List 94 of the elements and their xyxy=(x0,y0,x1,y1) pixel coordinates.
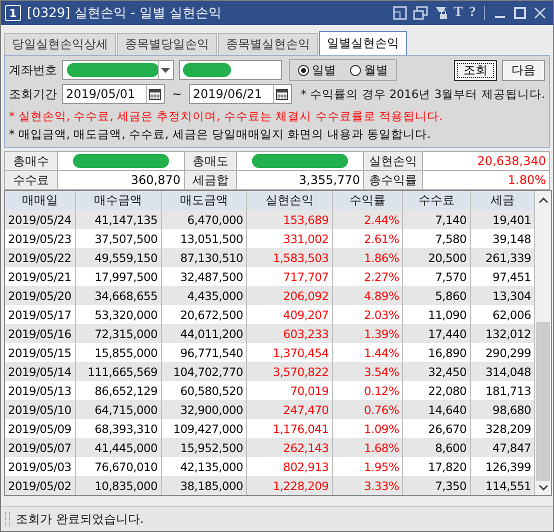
table-cell: 2019/05/22 xyxy=(5,248,76,267)
tab[interactable]: 당일실현손익상세 xyxy=(4,33,116,55)
column-header[interactable]: 매도금액 xyxy=(161,191,247,210)
table-cell: 2019/05/02 xyxy=(5,476,76,495)
table-cell: 49,559,150 xyxy=(75,248,162,267)
table-cell: 2019/05/14 xyxy=(5,362,76,381)
table-cell: 3.33% xyxy=(332,476,403,495)
summary-value: 1.80% xyxy=(508,173,546,187)
summary-label: 총수익률 xyxy=(364,170,423,190)
table-cell: 114,551 xyxy=(470,476,534,495)
table-cell: 261,339 xyxy=(470,248,534,267)
tab[interactable]: 종목별당일손익 xyxy=(117,33,217,55)
table-cell: 1,228,209 xyxy=(246,476,332,495)
column-header[interactable]: 매수금액 xyxy=(75,191,162,210)
tab[interactable]: 일별실현손익 xyxy=(319,31,407,55)
table-cell: 262,143 xyxy=(246,438,332,457)
table-cell: 2019/05/16 xyxy=(5,324,76,343)
table-cell: 314,048 xyxy=(470,362,534,381)
period-label: 조회기간 xyxy=(9,86,57,102)
window-number: 1 xyxy=(5,5,21,21)
table-cell: 47,847 xyxy=(470,438,534,457)
summary-label: 세금합 xyxy=(184,170,237,190)
query-button[interactable]: 조회 xyxy=(454,60,497,80)
table-cell: 111,665,569 xyxy=(75,362,162,381)
summary-value: 20,638,340 xyxy=(477,154,546,168)
query-button[interactable]: 다음 xyxy=(502,60,545,80)
summary-label: 총매수 xyxy=(4,152,58,170)
column-header[interactable]: 수익률 xyxy=(332,191,403,210)
radio-button[interactable]: 월별 xyxy=(350,62,388,78)
table-cell: 8,600 xyxy=(402,438,470,457)
table-cell: 17,440 xyxy=(402,324,470,343)
table-cell: 4,435,000 xyxy=(161,286,247,305)
table-cell: 41,445,000 xyxy=(75,438,162,457)
column-header[interactable]: 세금 xyxy=(470,191,534,210)
account-label: 계좌번호 xyxy=(9,62,57,78)
title-bar-button[interactable]: T xyxy=(454,6,463,20)
summary-label: 실현손익 xyxy=(364,152,423,170)
table-cell: 20,500 xyxy=(402,248,470,267)
table-cell: 7,350 xyxy=(402,476,470,495)
table-cell: 247,470 xyxy=(246,400,332,419)
table-cell: 2019/05/24 xyxy=(5,210,76,229)
table-cell: 3,570,822 xyxy=(246,362,332,381)
table-cell: 2019/05/10 xyxy=(5,400,76,419)
summary-label: 수수료 xyxy=(4,170,58,190)
summary-value: 360,870 xyxy=(130,173,180,187)
yield-note: * 수익률의 경우 2016년 3월부터 제공됩니다. xyxy=(300,86,545,102)
table-cell: 19,401 xyxy=(470,210,534,229)
table-cell: 44,011,200 xyxy=(161,324,247,343)
table-cell: 6,470,000 xyxy=(161,210,247,229)
table-cell: 7,140 xyxy=(402,210,470,229)
table-cell: 2019/05/20 xyxy=(5,286,76,305)
column-header[interactable]: 매매일 xyxy=(5,191,76,210)
table-cell: 32,450 xyxy=(402,362,470,381)
table-cell: 64,715,000 xyxy=(75,400,162,419)
table-cell: 1.68% xyxy=(332,438,403,457)
tab[interactable]: 종목별실현손익 xyxy=(218,33,318,55)
table-cell: 104,702,770 xyxy=(161,362,247,381)
table-cell: 13,304 xyxy=(470,286,534,305)
table-cell: 1.86% xyxy=(332,248,403,267)
summary-value: 3,355,770 xyxy=(298,173,360,187)
date-field[interactable]: 2019/05/01 xyxy=(62,84,165,104)
summary-label: 총매도 xyxy=(184,152,237,170)
table-cell: 38,185,000 xyxy=(161,476,247,495)
table-cell: 14,640 xyxy=(402,400,470,419)
table-cell: 98,680 xyxy=(470,400,534,419)
title-bar-button[interactable]: ? xyxy=(469,6,476,20)
table-cell: 132,012 xyxy=(470,324,534,343)
table-cell: 206,092 xyxy=(246,286,332,305)
status-text: 조회가 완료되었습니다. xyxy=(16,510,144,528)
table-cell: 603,233 xyxy=(246,324,332,343)
radio-button[interactable]: 일별 xyxy=(298,62,336,78)
table-cell: 15,952,500 xyxy=(161,438,247,457)
range-separator: ~ xyxy=(172,87,182,101)
table-cell: 72,315,000 xyxy=(75,324,162,343)
table-cell: 5,860 xyxy=(402,286,470,305)
table-cell: 0.76% xyxy=(332,400,403,419)
table-cell: 34,668,655 xyxy=(75,286,162,305)
window-title: [0329] 실현손익 - 일별 실현손익 xyxy=(27,5,222,22)
table-cell: 1.39% xyxy=(332,324,403,343)
table-cell: 3.54% xyxy=(332,362,403,381)
notice-text: * 실현손익, 수수료, 세금은 추정치이며, 수수료는 체결시 수수료률로 적용됩니다. xyxy=(9,108,444,125)
table-cell: 4.89% xyxy=(332,286,403,305)
table-cell: 87,130,510 xyxy=(161,248,247,267)
table-cell: 32,900,000 xyxy=(161,400,247,419)
table-cell: 2019/05/07 xyxy=(5,438,76,457)
table-cell: 153,689 xyxy=(246,210,332,229)
column-header[interactable]: 수수료 xyxy=(402,191,470,210)
table-cell: 10,835,000 xyxy=(75,476,162,495)
table-cell: 41,147,135 xyxy=(75,210,162,229)
notice-text: * 매입금액, 매도금액, 수수료, 세금은 당일매매일지 화면의 내용과 동일합니다. xyxy=(9,126,432,143)
table-cell: 2.44% xyxy=(332,210,403,229)
date-field[interactable]: 2019/06/21 xyxy=(188,84,292,104)
table-cell: 1,583,503 xyxy=(246,248,332,267)
column-header[interactable]: 실현손익 xyxy=(246,191,332,210)
